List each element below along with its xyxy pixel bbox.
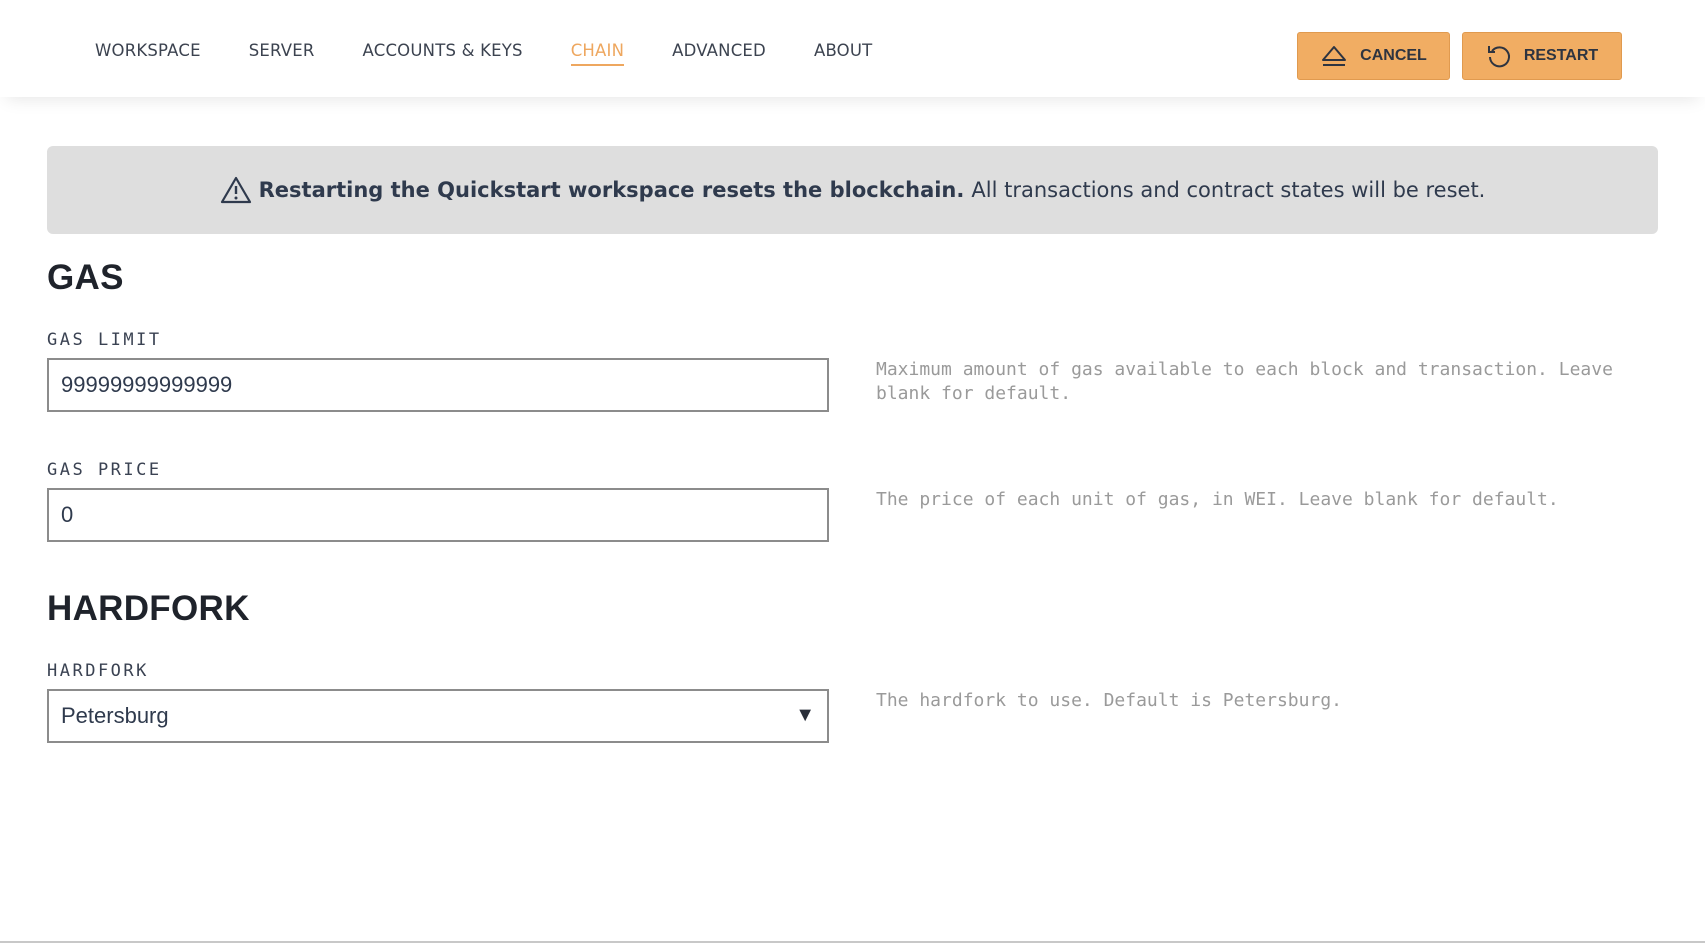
settings-tabs: WORKSPACE SERVER ACCOUNTS & KEYS CHAIN A… [95,41,920,66]
hardfork-section-title: HARDFORK [47,589,250,628]
gas-section-title: GAS [47,258,124,297]
gas-limit-help: Maximum amount of gas available to each … [876,359,1613,404]
gas-limit-input[interactable]: 99999999999999 [47,358,829,412]
restart-icon [1487,46,1510,68]
restart-warning-banner: Restarting the Quickstart workspace rese… [47,146,1658,234]
top-navigation-bar: WORKSPACE SERVER ACCOUNTS & KEYS CHAIN A… [0,0,1705,97]
warning-icon [220,176,251,204]
tab-about[interactable]: ABOUT [814,41,872,66]
eject-icon [1322,46,1347,66]
warning-bold-text: Restarting the Quickstart workspace rese… [258,178,965,202]
tab-chain[interactable]: CHAIN [570,41,625,66]
dropdown-arrow-icon: ▼ [795,704,815,726]
tab-accounts-keys[interactable]: ACCOUNTS & KEYS [363,41,523,66]
hardfork-label: HARDFORK [47,661,149,681]
gas-price-value: 0 [61,502,74,527]
gas-price-input[interactable]: 0 [47,488,829,542]
tab-server[interactable]: SERVER [249,41,315,66]
warning-text: All transactions and contract states wil… [971,178,1486,202]
cancel-button[interactable]: CANCEL [1297,32,1450,80]
tab-advanced[interactable]: ADVANCED [672,41,766,66]
hardfork-selected-value: Petersburg [61,703,169,728]
restart-button[interactable]: RESTART [1462,32,1622,80]
gas-limit-label: GAS LIMIT [47,330,162,350]
gas-price-label: GAS PRICE [47,460,162,480]
restart-label: RESTART [1523,47,1599,64]
gas-price-help: The price of each unit of gas, in WEI. L… [876,489,1559,510]
cancel-label: CANCEL [1360,47,1427,64]
hardfork-select[interactable]: Petersburg ▼ [47,689,829,743]
tab-workspace[interactable]: WORKSPACE [95,41,201,66]
gas-limit-value: 99999999999999 [61,372,233,397]
hardfork-help: The hardfork to use. Default is Petersbu… [876,690,1342,711]
